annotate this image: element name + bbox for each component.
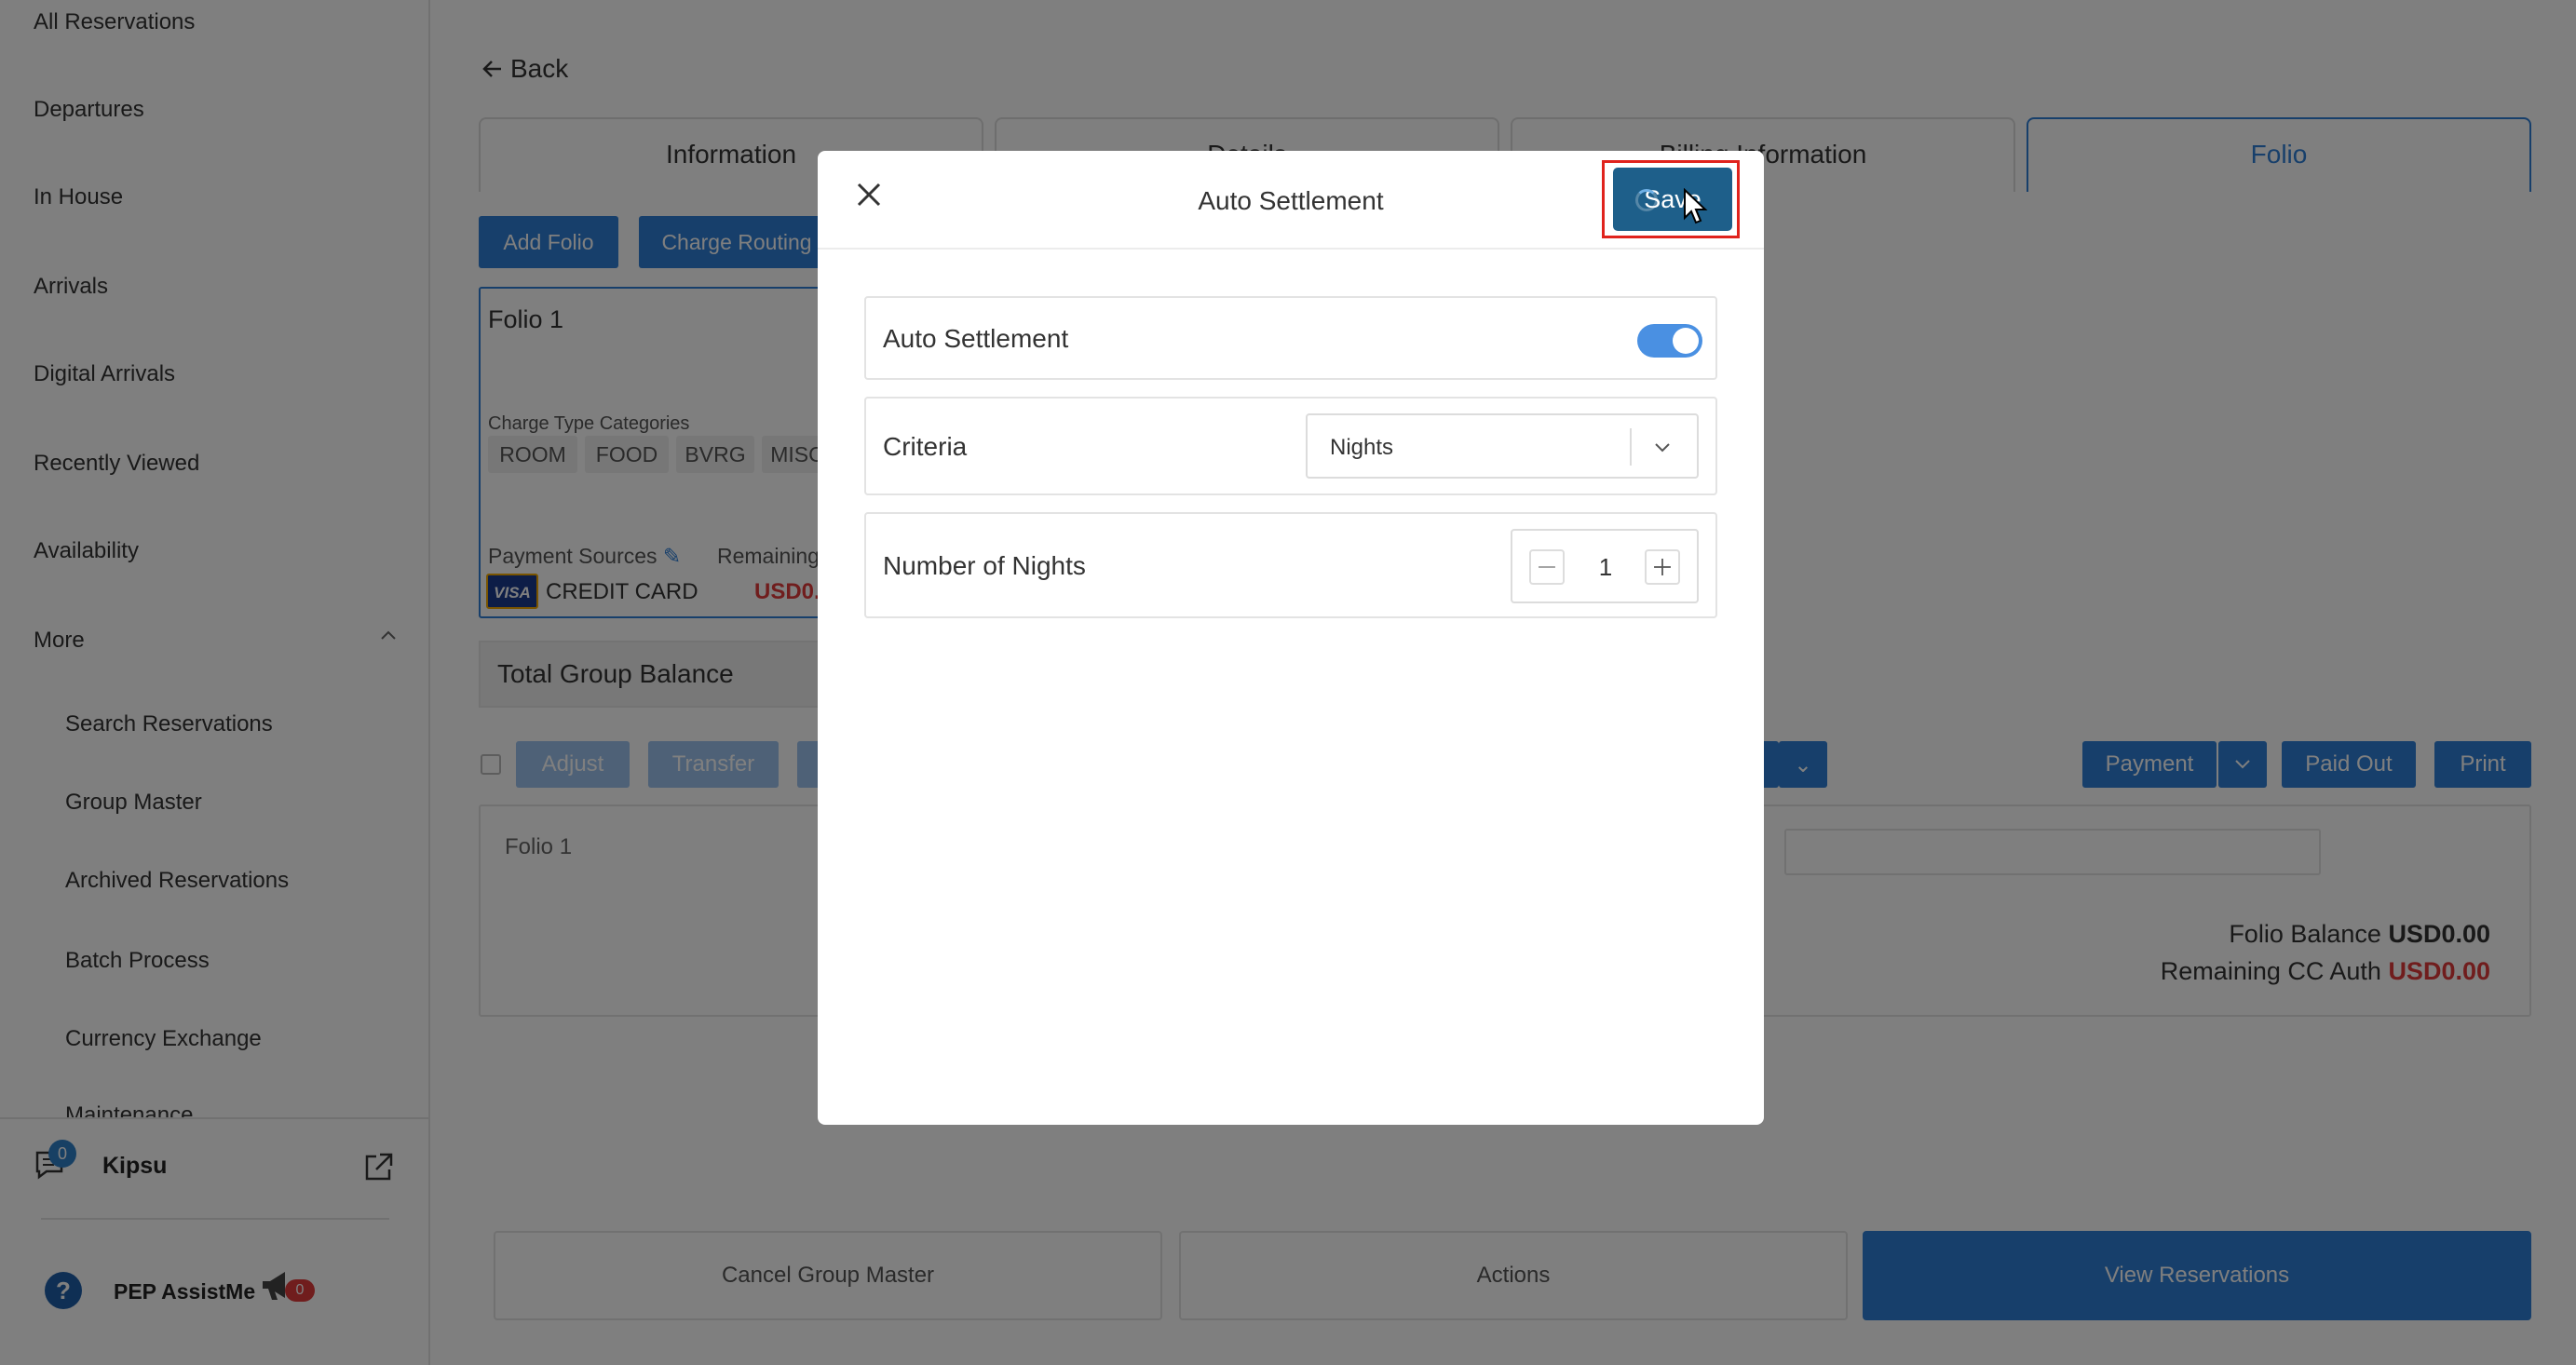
select-divider bbox=[1630, 428, 1632, 466]
minus-icon[interactable] bbox=[1529, 549, 1565, 585]
criteria-row: Criteria Nights bbox=[864, 397, 1717, 495]
number-of-nights-label: Number of Nights bbox=[883, 551, 1086, 580]
nights-value[interactable]: 1 bbox=[1587, 553, 1624, 582]
auto-settlement-row: Auto Settlement bbox=[864, 296, 1717, 380]
criteria-select[interactable]: Nights bbox=[1306, 413, 1699, 479]
loading-spinner-icon bbox=[1635, 189, 1658, 211]
auto-settlement-modal: Auto Settlement Save Auto Settlement Cri… bbox=[818, 151, 1764, 1125]
nights-stepper: 1 bbox=[1511, 529, 1699, 603]
plus-icon[interactable] bbox=[1645, 549, 1680, 585]
chevron-down-icon[interactable] bbox=[1648, 434, 1676, 462]
mouse-cursor-icon bbox=[1684, 188, 1708, 224]
auto-settlement-toggle[interactable] bbox=[1637, 324, 1702, 358]
modal-header: Auto Settlement Save bbox=[818, 151, 1764, 250]
criteria-label: Criteria bbox=[883, 432, 968, 461]
auto-settlement-label: Auto Settlement bbox=[883, 324, 1069, 353]
number-of-nights-row: Number of Nights 1 bbox=[864, 512, 1717, 618]
toggle-knob bbox=[1673, 328, 1699, 354]
save-button[interactable]: Save bbox=[1613, 168, 1732, 231]
criteria-select-value: Nights bbox=[1330, 435, 1394, 460]
